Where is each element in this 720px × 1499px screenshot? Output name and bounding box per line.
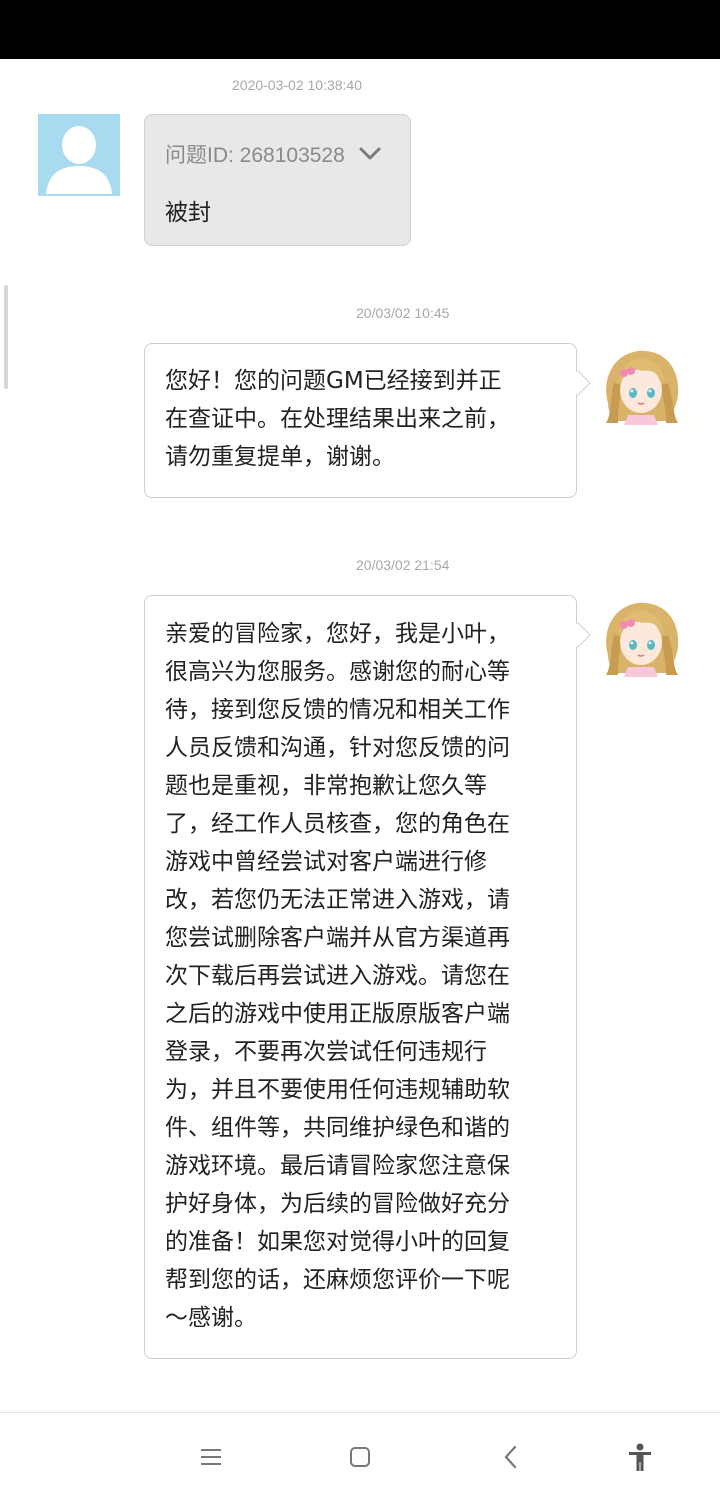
text-line: ～感谢。 — [165, 1305, 257, 1331]
text-line: 为，并且不要使用任何违规辅助软 — [165, 1077, 510, 1103]
text-line: 护好身体，为后续的冒险做好充分 — [165, 1191, 510, 1217]
question-id-label: 问题ID: 268103528 — [165, 144, 345, 167]
text-line: 亲爱的冒险家，您好，我是小叶， — [165, 621, 510, 647]
text-line: 您尝试删除客户端并从官方渠道再 — [165, 925, 510, 951]
gm-message-text: 您好！您的问题GM已经接到并正 在查证中。在处理结果出来之前， 请勿重复提单，谢… — [165, 362, 565, 476]
chevron-down-icon[interactable] — [357, 144, 383, 164]
status-bar — [0, 0, 720, 59]
user-silhouette-icon — [38, 114, 120, 196]
user-message-bubble[interactable]: 问题ID: 268103528 被封 — [144, 114, 411, 246]
chat-area[interactable]: 2020-03-02 10:38:40 问题ID: 268103528 被封 2… — [0, 59, 720, 1412]
scroll-indicator[interactable] — [4, 285, 8, 389]
text-line: 请勿重复提单，谢谢。 — [165, 444, 395, 470]
anime-girl-avatar-icon — [600, 343, 682, 425]
back-arrow-icon[interactable] — [495, 1441, 527, 1473]
gm-message-text: 亲爱的冒险家，您好，我是小叶， 很高兴为您服务。感谢您的耐心等 待，接到您反馈的… — [165, 615, 565, 1337]
text-line: 题也是重视，非常抱歉让您久等 — [165, 773, 487, 799]
message-timestamp: 20/03/02 10:45 — [356, 305, 450, 321]
text-line: 游戏环境。最后请冒险家您注意保 — [165, 1153, 510, 1179]
message-timestamp: 20/03/02 21:54 — [356, 557, 450, 573]
text-line: 登录，不要再次尝试任何违规行 — [165, 1039, 487, 1065]
text-line: 的准备！如果您对觉得小叶的回复 — [165, 1229, 510, 1255]
text-line: 了，经工作人员核查，您的角色在 — [165, 811, 510, 837]
anime-girl-avatar-icon — [600, 595, 682, 677]
gm-message-bubble[interactable]: 亲爱的冒险家，您好，我是小叶， 很高兴为您服务。感谢您的耐心等 待，接到您反馈的… — [144, 595, 577, 1359]
text-line: 在查证中。在处理结果出来之前， — [165, 406, 510, 432]
gm-avatar[interactable] — [600, 595, 682, 677]
gm-avatar[interactable] — [600, 343, 682, 425]
text-line: 帮到您的话，还麻烦您评价一下呢 — [165, 1267, 510, 1293]
text-line: 待，接到您反馈的情况和相关工作 — [165, 697, 510, 723]
system-navigation-bar — [0, 1412, 720, 1499]
menu-icon[interactable] — [195, 1441, 227, 1473]
gm-message-bubble[interactable]: 您好！您的问题GM已经接到并正 在查证中。在处理结果出来之前， 请勿重复提单，谢… — [144, 343, 577, 498]
text-line: 您好！您的问题GM已经接到并正 — [165, 368, 502, 394]
text-line: 改，若您仍无法正常进入游戏，请 — [165, 887, 510, 913]
home-square-icon[interactable] — [344, 1441, 376, 1473]
user-avatar[interactable] — [38, 114, 120, 196]
text-line: 很高兴为您服务。感谢您的耐心等 — [165, 659, 510, 685]
text-line: 件、组件等，共同维护绿色和谐的 — [165, 1115, 510, 1141]
question-id-row[interactable]: 问题ID: 268103528 — [165, 139, 383, 169]
text-line: 次下载后再尝试进入游戏。请您在 — [165, 963, 510, 989]
message-timestamp: 2020-03-02 10:38:40 — [232, 77, 362, 93]
user-message-text: 被封 — [165, 200, 211, 226]
text-line: 人员反馈和沟通，针对您反馈的问 — [165, 735, 510, 761]
text-line: 之后的游戏中使用正版原版客户端 — [165, 1001, 510, 1027]
text-line: 游戏中曾经尝试对客户端进行修 — [165, 849, 487, 875]
accessibility-icon[interactable] — [624, 1441, 656, 1473]
